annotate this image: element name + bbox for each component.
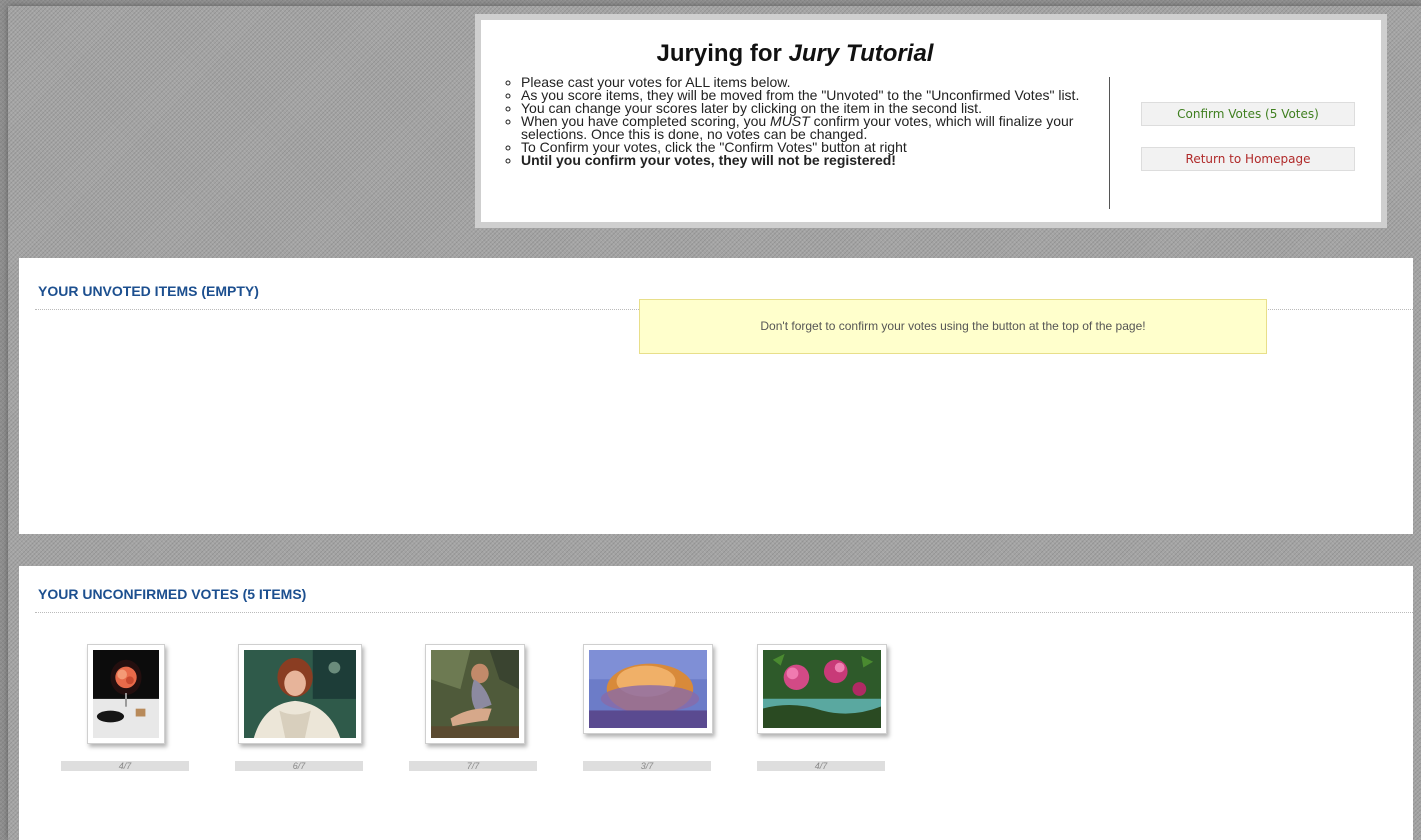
page-title: Jurying for Jury Tutorial <box>481 40 1109 68</box>
artwork-image <box>244 650 356 738</box>
artwork-image <box>589 650 707 728</box>
unconfirmed-section: YOUR UNCONFIRMED VOTES (5 ITEMS) 4/7 6/7… <box>19 566 1413 840</box>
artwork-image <box>763 650 881 728</box>
jury-name: Jury Tutorial <box>788 40 934 67</box>
vote-thumbnail-seated-figure[interactable] <box>425 644 525 744</box>
score-badge: 4/7 <box>757 761 885 771</box>
instruction-warning: Until you confirm your votes, they will … <box>521 153 1121 167</box>
vote-thumbnail-pink-flowers[interactable] <box>757 644 887 734</box>
artwork-image <box>93 650 159 738</box>
artwork-image <box>431 650 519 738</box>
unvoted-section: YOUR UNVOTED ITEMS (EMPTY) Don't forget … <box>19 258 1413 534</box>
instructions-list: Please cast your votes for ALL items bel… <box>503 75 1121 167</box>
return-homepage-button[interactable]: Return to Homepage <box>1141 147 1355 171</box>
unconfirmed-section-title: YOUR UNCONFIRMED VOTES (5 ITEMS) <box>38 586 307 602</box>
page-title-prefix: Jurying for <box>656 40 789 67</box>
unvoted-section-title: YOUR UNVOTED ITEMS (EMPTY) <box>38 283 259 299</box>
score-badge: 7/7 <box>409 761 537 771</box>
vote-thumbnail-rose-in-glass[interactable] <box>87 644 165 744</box>
vertical-divider <box>1109 77 1110 209</box>
header-panel: Jurying for Jury Tutorial Please cast yo… <box>475 14 1387 228</box>
confirm-votes-button[interactable]: Confirm Votes (5 Votes) <box>1141 102 1355 126</box>
vote-thumbnail-misty-landscape[interactable] <box>583 644 713 734</box>
score-badge: 6/7 <box>235 761 363 771</box>
score-badge: 4/7 <box>61 761 189 771</box>
instruction-item: When you have completed scoring, you MUS… <box>521 114 1121 141</box>
confirm-reminder-notice: Don't forget to confirm your votes using… <box>639 299 1267 354</box>
section-divider <box>35 612 1413 613</box>
score-badge: 3/7 <box>583 761 711 771</box>
vote-thumbnail-woman-portrait[interactable] <box>238 644 362 744</box>
